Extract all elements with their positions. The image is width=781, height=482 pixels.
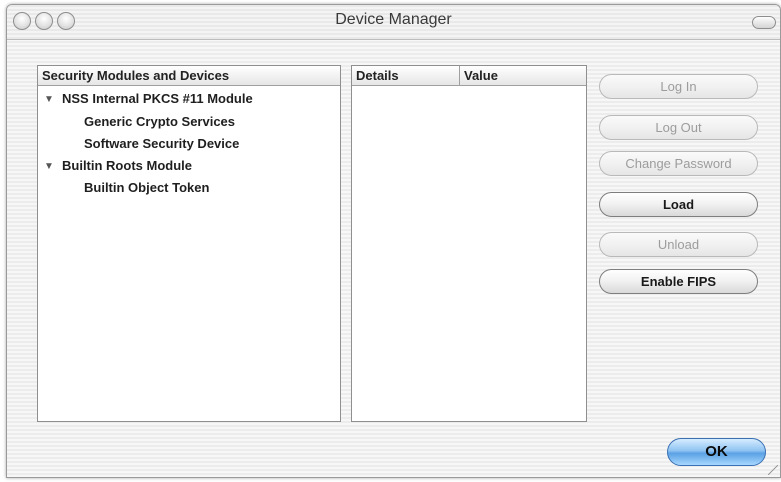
modules-header-label: Security Modules and Devices xyxy=(42,68,230,83)
tree-item-label: Builtin Roots Module xyxy=(62,158,192,173)
title-bar[interactable]: Device Manager xyxy=(7,5,780,40)
resize-grip-icon[interactable] xyxy=(768,465,778,475)
details-table[interactable]: Details Value xyxy=(351,65,587,422)
disclosure-triangle-down-icon[interactable]: ▼ xyxy=(44,94,54,105)
details-column-header-details[interactable]: Details xyxy=(352,66,460,85)
unload-button[interactable]: Unload xyxy=(599,232,758,257)
tree-item-generic-crypto-services[interactable]: Generic Crypto Services xyxy=(84,114,235,129)
modules-column-header[interactable]: Security Modules and Devices xyxy=(38,66,340,86)
details-column-header: Details Value xyxy=(352,66,586,86)
window-title: Device Manager xyxy=(335,11,452,28)
log-in-button[interactable]: Log In xyxy=(599,74,758,99)
tree-item-label: Builtin Object Token xyxy=(84,180,210,195)
tree-item-label: Generic Crypto Services xyxy=(84,114,236,129)
device-manager-window: Device Manager Security Modules and Devi… xyxy=(6,4,781,478)
security-modules-tree[interactable]: Security Modules and Devices ▼ NSS Inter… xyxy=(37,65,341,422)
tree-item-software-security-device[interactable]: Software Security Device xyxy=(84,136,239,151)
disclosure-triangle-down-icon[interactable]: ▼ xyxy=(44,161,54,172)
tree-item-label: Software Security Device xyxy=(84,136,240,151)
ok-button[interactable]: OK xyxy=(667,438,766,466)
log-out-button[interactable]: Log Out xyxy=(599,115,758,140)
tree-item-label: NSS Internal PKCS #11 Module xyxy=(62,91,253,106)
enable-fips-button[interactable]: Enable FIPS xyxy=(599,269,758,294)
load-button[interactable]: Load xyxy=(599,192,758,217)
toolbar-toggle-button[interactable] xyxy=(752,16,776,29)
details-column-header-value[interactable]: Value xyxy=(460,66,586,85)
tree-item-builtin-object-token[interactable]: Builtin Object Token xyxy=(84,180,209,195)
change-password-button[interactable]: Change Password xyxy=(599,151,758,176)
